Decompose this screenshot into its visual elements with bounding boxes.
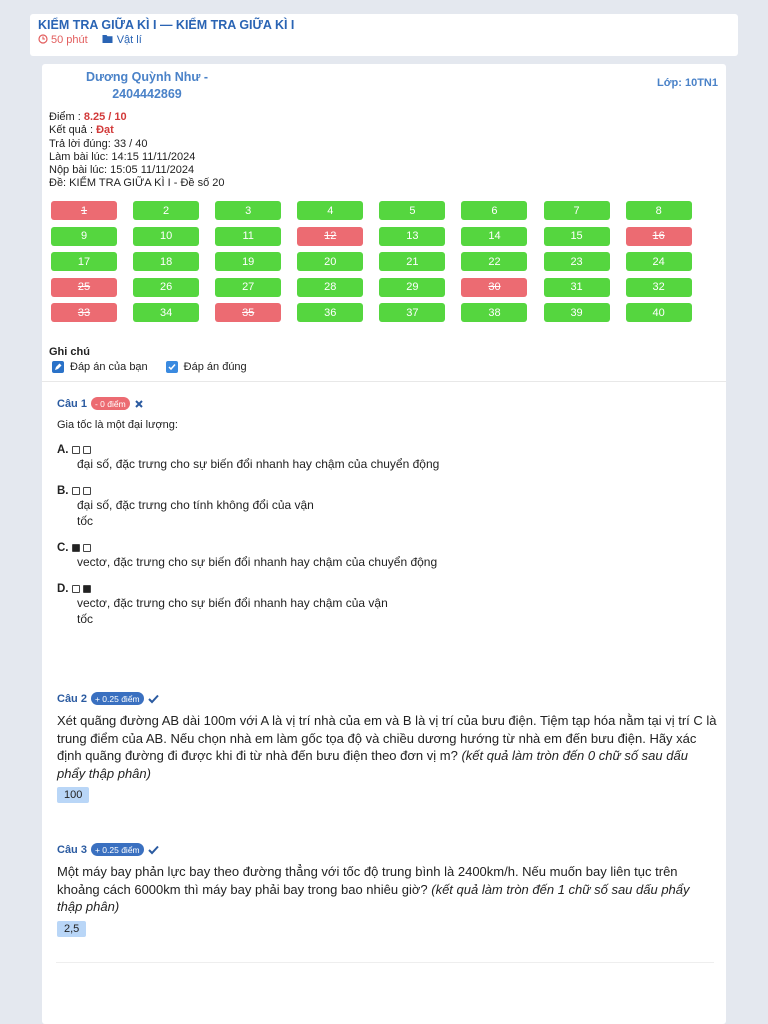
question-nav-button[interactable]: 24 — [625, 252, 692, 271]
question-nav-button[interactable]: 17 — [51, 252, 117, 271]
result-info: Điểm : 8.25 / 10 Kết quả : Đạt Trả lời đ… — [49, 111, 224, 191]
outcome-value: Đạt — [96, 124, 114, 137]
option-c[interactable]: C. vectơ, đặc trưng cho sự biến đổi nhan… — [57, 540, 447, 570]
correct-answer-box — [82, 585, 91, 593]
answer-value: 2,5 — [57, 920, 87, 937]
question-2: Câu 2 + 0.25 điểm Xét quãng đường AB dài… — [57, 692, 717, 803]
legend-title: Ghi chú — [49, 346, 90, 358]
question-nav-button[interactable]: 12 — [297, 226, 364, 246]
question-nav-button[interactable]: 31 — [543, 277, 610, 297]
question-nav-button[interactable]: 35 — [215, 303, 282, 322]
legend-your-answer: Đáp án của bạn — [52, 361, 148, 373]
legend-correct-answer: Đáp án đúng — [165, 361, 247, 373]
question-nav-button[interactable]: 1 — [51, 201, 117, 220]
duration: 50 phút — [38, 34, 88, 46]
question-nav-grid: 1 2 3 4 5 6 7 8 9 10 11 12 13 14 15 16 17 18 19 20 21 22 23 24 2… — [51, 201, 695, 322]
question-nav-button[interactable]: 5 — [379, 201, 446, 220]
question-nav-button[interactable]: 13 — [379, 226, 446, 246]
option-b[interactable]: B. đại số, đặc trưng cho tính không đổi … — [57, 483, 447, 529]
score-badge: - 0 điểm — [90, 397, 130, 410]
correct-answer-box — [82, 544, 91, 552]
exam-meta: 50 phút Vật lí — [38, 34, 142, 46]
start-time: Làm bài lúc: 14:15 11/11/2024 — [49, 150, 196, 163]
score-row: Điểm : 8.25 / 10 — [49, 111, 127, 123]
exam-header: KIỂM TRA GIỮA KÌ I — KIỂM TRA GIỮA KÌ I … — [30, 14, 738, 56]
question-nav-button[interactable]: 22 — [461, 252, 528, 271]
question-3: Câu 3 + 0.25 điểm Một máy bay phản lực b… — [57, 843, 717, 937]
question-nav-button[interactable]: 36 — [297, 303, 364, 322]
question-nav-button[interactable]: 20 — [297, 252, 364, 271]
question-stem: Xét quãng đường AB dài 100m với A là vị … — [57, 713, 717, 781]
question-stem: Một máy bay phản lực bay theo đường thẳn… — [57, 864, 690, 914]
score-badge: + 0.25 điểm — [90, 692, 144, 705]
question-nav-button[interactable]: 40 — [625, 303, 692, 322]
score-value: 8.25 / 10 — [83, 111, 127, 123]
question-nav-button[interactable]: 19 — [215, 252, 282, 271]
question-nav-button[interactable]: 32 — [625, 277, 692, 297]
score-badge: + 0.25 điểm — [90, 843, 144, 856]
question-header: Câu 2 + 0.25 điểm — [57, 692, 717, 705]
result-card: Dương Quỳnh Như - 2404442869 Lớp: 10TN1 … — [42, 64, 726, 1024]
your-answer-box — [71, 446, 80, 454]
question-nav-button[interactable]: 38 — [461, 303, 528, 322]
question-nav-button[interactable]: 27 — [215, 277, 282, 297]
question-nav-button[interactable]: 7 — [543, 201, 610, 220]
question-nav-button[interactable]: 25 — [51, 277, 117, 297]
question-header: Câu 3 + 0.25 điểm — [57, 843, 717, 856]
question-nav-button[interactable]: 28 — [297, 277, 364, 297]
question-nav-button[interactable]: 15 — [543, 226, 610, 246]
question-nav-button[interactable]: 14 — [461, 226, 528, 246]
checkbox-checked-icon — [165, 361, 178, 373]
question-nav-button[interactable]: 2 — [133, 201, 200, 220]
option-a[interactable]: A. đại số, đặc trưng cho sự biến đổi nha… — [57, 442, 447, 472]
check-icon — [147, 845, 159, 854]
left-gutter — [0, 0, 12, 1024]
question-nav-button[interactable]: 3 — [215, 201, 282, 220]
subject: Vật lí — [102, 34, 142, 46]
legend: Đáp án của bạn Đáp án đúng — [52, 361, 247, 373]
pencil-icon — [52, 361, 64, 373]
question-nav-button[interactable]: 11 — [215, 226, 282, 246]
student-name: Dương Quỳnh Như - 2404442869 — [85, 70, 209, 101]
your-answer-box — [71, 487, 80, 495]
cross-icon — [134, 399, 143, 408]
your-answer-box — [71, 585, 80, 593]
your-answer-box — [71, 544, 80, 552]
submit-time: Nộp bài lúc: 15:05 11/11/2024 — [49, 164, 195, 177]
question-nav-button[interactable]: 4 — [297, 201, 364, 220]
question-nav-button[interactable]: 30 — [461, 277, 528, 297]
paper-name: Đề: KIỂM TRA GIỮA KÌ I - Đề số 20 — [49, 177, 225, 190]
divider — [42, 381, 726, 382]
question-nav-button[interactable]: 34 — [133, 303, 200, 322]
question-header: Câu 1 - 0 điểm — [57, 397, 447, 410]
question-nav-button[interactable]: 6 — [461, 201, 528, 220]
question-nav-button[interactable]: 8 — [625, 201, 692, 220]
question-nav-button[interactable]: 26 — [133, 277, 200, 297]
class-label: Lớp: 10TN1 — [657, 77, 718, 89]
correct-answer-box — [82, 446, 91, 454]
folder-open-icon — [102, 35, 113, 43]
question-nav-button[interactable]: 18 — [133, 252, 200, 271]
question-nav-button[interactable]: 29 — [379, 277, 446, 297]
question-nav-button[interactable]: 10 — [133, 226, 200, 246]
question-nav-button[interactable]: 37 — [379, 303, 446, 322]
question-stem: Gia tốc là một đại lượng: — [57, 419, 178, 431]
correct-answer-box — [82, 487, 91, 495]
question-nav-button[interactable]: 39 — [543, 303, 610, 322]
divider — [56, 962, 714, 963]
question-nav-button[interactable]: 16 — [625, 226, 692, 246]
option-d[interactable]: D. vectơ, đặc trưng cho sự biến đổi nhan… — [57, 581, 447, 627]
exam-title: KIỂM TRA GIỮA KÌ I — KIỂM TRA GIỮA KÌ I — [38, 18, 295, 32]
question-1: Câu 1 - 0 điểm Gia tốc là một đại lượng:… — [57, 397, 447, 627]
answer-value: 100 — [57, 787, 90, 803]
clock-icon — [38, 34, 48, 44]
question-nav-button[interactable]: 9 — [51, 226, 117, 246]
correct-count: Trả lời đúng: 33 / 40 — [49, 137, 148, 150]
question-nav-button[interactable]: 21 — [379, 252, 446, 271]
outcome-row: Kết quả : Đạt — [49, 124, 114, 137]
question-nav-button[interactable]: 33 — [51, 303, 117, 322]
check-icon — [147, 694, 159, 703]
question-nav-button[interactable]: 23 — [543, 252, 610, 271]
